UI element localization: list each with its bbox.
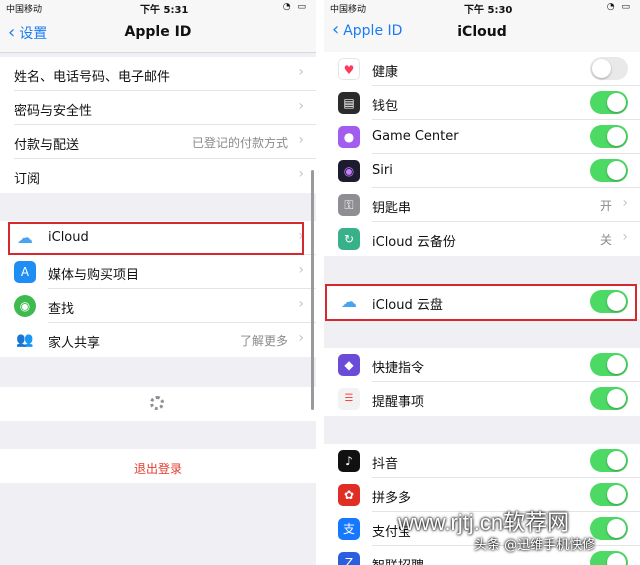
highlight-box (8, 222, 304, 255)
zhaopin-icon: Z (338, 552, 360, 565)
sign-out-label: 退出登录 (133, 462, 182, 476)
health-toggle[interactable] (590, 57, 628, 80)
douyin-toggle[interactable] (590, 449, 628, 472)
family-icon: 👥 (14, 329, 36, 351)
game-center-toggle[interactable] (590, 125, 628, 148)
row-subscriptions[interactable]: 订阅 › (0, 159, 316, 193)
site-watermark: www.rjtj.cn软荐网 (398, 510, 570, 535)
row-password-security[interactable]: 密码与安全性 › (0, 91, 316, 125)
page-title: Apple ID (124, 24, 192, 40)
status-bar: 中国移动 下午 5:31 ◔ ▭ (0, 0, 316, 16)
row-label: 姓名、电话号码、电子邮件 (14, 70, 171, 85)
status-bar: 中国移动 下午 5:30 ◔ ▭ (324, 0, 640, 16)
backup-icon: ↻ (338, 228, 360, 250)
row-family-sharing[interactable]: 👥 家人共享 了解更多 › (0, 323, 316, 357)
row-label: iCloud 云备份 (372, 235, 456, 250)
row-label: 钥匙串 (372, 201, 412, 216)
row-reminders: ☰ 提醒事项 (324, 382, 640, 416)
row-label: 健康 (372, 65, 399, 80)
row-label: 查找 (48, 302, 75, 317)
chevron-right-icon: › (622, 195, 628, 211)
row-label: 抖音 (372, 457, 399, 472)
row-label: 订阅 (14, 172, 41, 187)
douyin-icon: ♪ (338, 450, 360, 472)
chevron-right-icon: › (622, 229, 628, 245)
row-label: Game Center (372, 129, 459, 144)
row-wallet: ▤ 钱包 (324, 86, 640, 120)
scrollbar[interactable] (311, 170, 314, 410)
game-center-icon: ● (338, 126, 360, 148)
row-game-center: ● Game Center (324, 120, 640, 154)
page-title: iCloud (457, 24, 507, 40)
row-siri: ◉ Siri (324, 154, 640, 188)
chevron-right-icon: › (298, 262, 304, 278)
highlight-box (325, 284, 637, 321)
siri-toggle[interactable] (590, 159, 628, 182)
chevron-right-icon: › (298, 98, 304, 114)
icloud-screen: 中国移动 下午 5:30 ◔ ▭ ‹ Apple ID iCloud ♥ 健康 ▤… (324, 0, 640, 565)
shortcuts-icon: ◆ (338, 354, 360, 376)
row-value: 已登记的付款方式 (191, 136, 288, 150)
keychain-icon: ⚿ (338, 194, 360, 216)
row-label: 智联招聘 (372, 555, 424, 565)
chevron-right-icon: › (298, 330, 304, 346)
chevron-right-icon: › (298, 166, 304, 182)
nav-bar: ‹ 设置 Apple ID (0, 14, 316, 53)
row-name-phone-email[interactable]: 姓名、电话号码、电子邮件 › (0, 57, 316, 91)
row-label: 密码与安全性 (14, 104, 93, 119)
chevron-right-icon: › (298, 64, 304, 80)
battery-icon: ◔ ▭ (282, 2, 308, 12)
row-icloud-backup[interactable]: ↻ iCloud 云备份 关 › (324, 222, 640, 256)
row-keychain[interactable]: ⚿ 钥匙串 开 › (324, 188, 640, 222)
row-douyin: ♪ 抖音 (324, 444, 640, 478)
alipay-toggle[interactable] (590, 517, 628, 540)
row-label: 媒体与购买项目 (48, 268, 140, 283)
wallet-toggle[interactable] (590, 91, 628, 114)
app-store-icon: A (14, 261, 36, 283)
row-label: 家人共享 (48, 336, 101, 351)
find-my-icon: ◉ (14, 295, 36, 317)
nav-bar: ‹ Apple ID iCloud (324, 14, 640, 53)
credit-watermark: 头条 @迅维手机快修 (474, 538, 596, 553)
zhaopin-toggle[interactable] (590, 551, 628, 565)
row-health: ♥ 健康 (324, 52, 640, 86)
health-icon: ♥ (338, 58, 360, 80)
row-label: 钱包 (372, 99, 399, 114)
row-value: 关 (599, 233, 612, 247)
row-label: 拼多多 (372, 491, 412, 506)
reminders-toggle[interactable] (590, 387, 628, 410)
reminders-icon: ☰ (338, 388, 360, 410)
chevron-right-icon: › (298, 132, 304, 148)
row-media-purchases[interactable]: A 媒体与购买项目 › (0, 255, 316, 289)
alipay-icon: 支 (338, 518, 360, 540)
chevron-right-icon: › (298, 296, 304, 312)
battery-icon: ◔ ▭ (606, 2, 632, 12)
row-value: 了解更多 (239, 334, 288, 348)
row-label: 提醒事项 (372, 395, 425, 410)
loading-row (0, 387, 316, 421)
row-shortcuts: ◆ 快捷指令 (324, 348, 640, 382)
wallet-icon: ▤ (338, 92, 360, 114)
shortcuts-toggle[interactable] (590, 353, 628, 376)
row-label: 付款与配送 (14, 138, 80, 153)
sign-out-button[interactable]: 退出登录 (0, 449, 316, 483)
apple-id-screen: 中国移动 下午 5:31 ◔ ▭ ‹ 设置 Apple ID 姓名、电话号码、电子… (0, 0, 316, 565)
pinduoduo-toggle[interactable] (590, 483, 628, 506)
row-value: 开 (599, 199, 612, 213)
siri-icon: ◉ (338, 160, 360, 182)
row-label: Siri (372, 163, 393, 178)
row-find-my[interactable]: ◉ 查找 › (0, 289, 316, 323)
row-payment-shipping[interactable]: 付款与配送 已登记的付款方式 › (0, 125, 316, 159)
panel-divider (316, 0, 324, 565)
spinner-icon (150, 396, 164, 410)
pinduoduo-icon: ✿ (338, 484, 360, 506)
row-label: 快捷指令 (372, 361, 425, 376)
